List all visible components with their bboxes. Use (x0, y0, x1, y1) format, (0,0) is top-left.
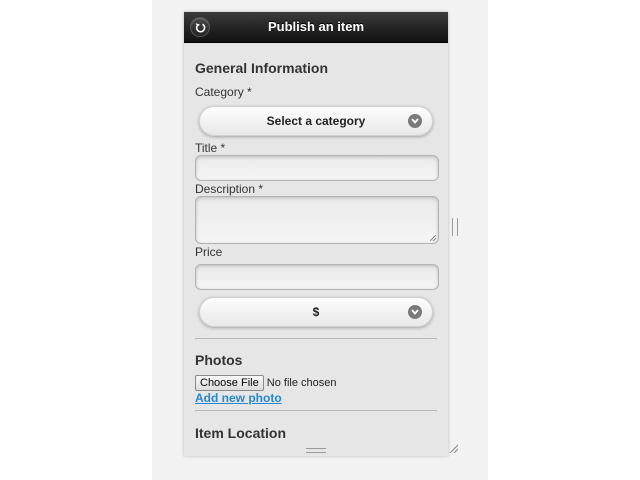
title-label: Title * (195, 141, 226, 155)
category-label: Category * (195, 85, 252, 99)
file-input: Choose File No file chosen (195, 375, 336, 391)
choose-file-button[interactable]: Choose File (195, 375, 264, 391)
price-input[interactable] (195, 264, 439, 290)
page-title: Publish an item (267, 19, 365, 34)
resize-grip-icon[interactable] (430, 235, 436, 241)
currency-select-value: $ (312, 305, 320, 319)
resize-corner-icon[interactable] (448, 443, 458, 453)
chevron-down-icon (408, 114, 422, 128)
chevron-down-icon (408, 305, 422, 319)
section-divider (195, 410, 437, 411)
category-select-value: Select a category (266, 114, 366, 128)
section-divider (195, 338, 437, 339)
mobile-viewport: Publish an item General Information Cate… (184, 12, 448, 456)
scrollbar-handle[interactable] (452, 218, 458, 236)
app-header: Publish an item (184, 12, 448, 43)
back-button[interactable] (190, 17, 210, 37)
description-label: Description * (195, 182, 264, 196)
title-input[interactable] (195, 155, 439, 181)
item-location-heading: Item Location (195, 425, 287, 441)
add-photo-link[interactable]: Add new photo (195, 391, 282, 405)
description-textarea[interactable] (195, 196, 439, 244)
currency-select[interactable]: $ (199, 297, 433, 327)
category-select[interactable]: Select a category (199, 106, 433, 136)
general-info-heading: General Information (195, 60, 329, 76)
drag-handle[interactable] (306, 448, 326, 453)
photos-heading: Photos (195, 352, 243, 368)
back-arrow-icon (195, 23, 206, 33)
price-label: Price (195, 245, 223, 259)
no-file-text: No file chosen (266, 377, 337, 389)
